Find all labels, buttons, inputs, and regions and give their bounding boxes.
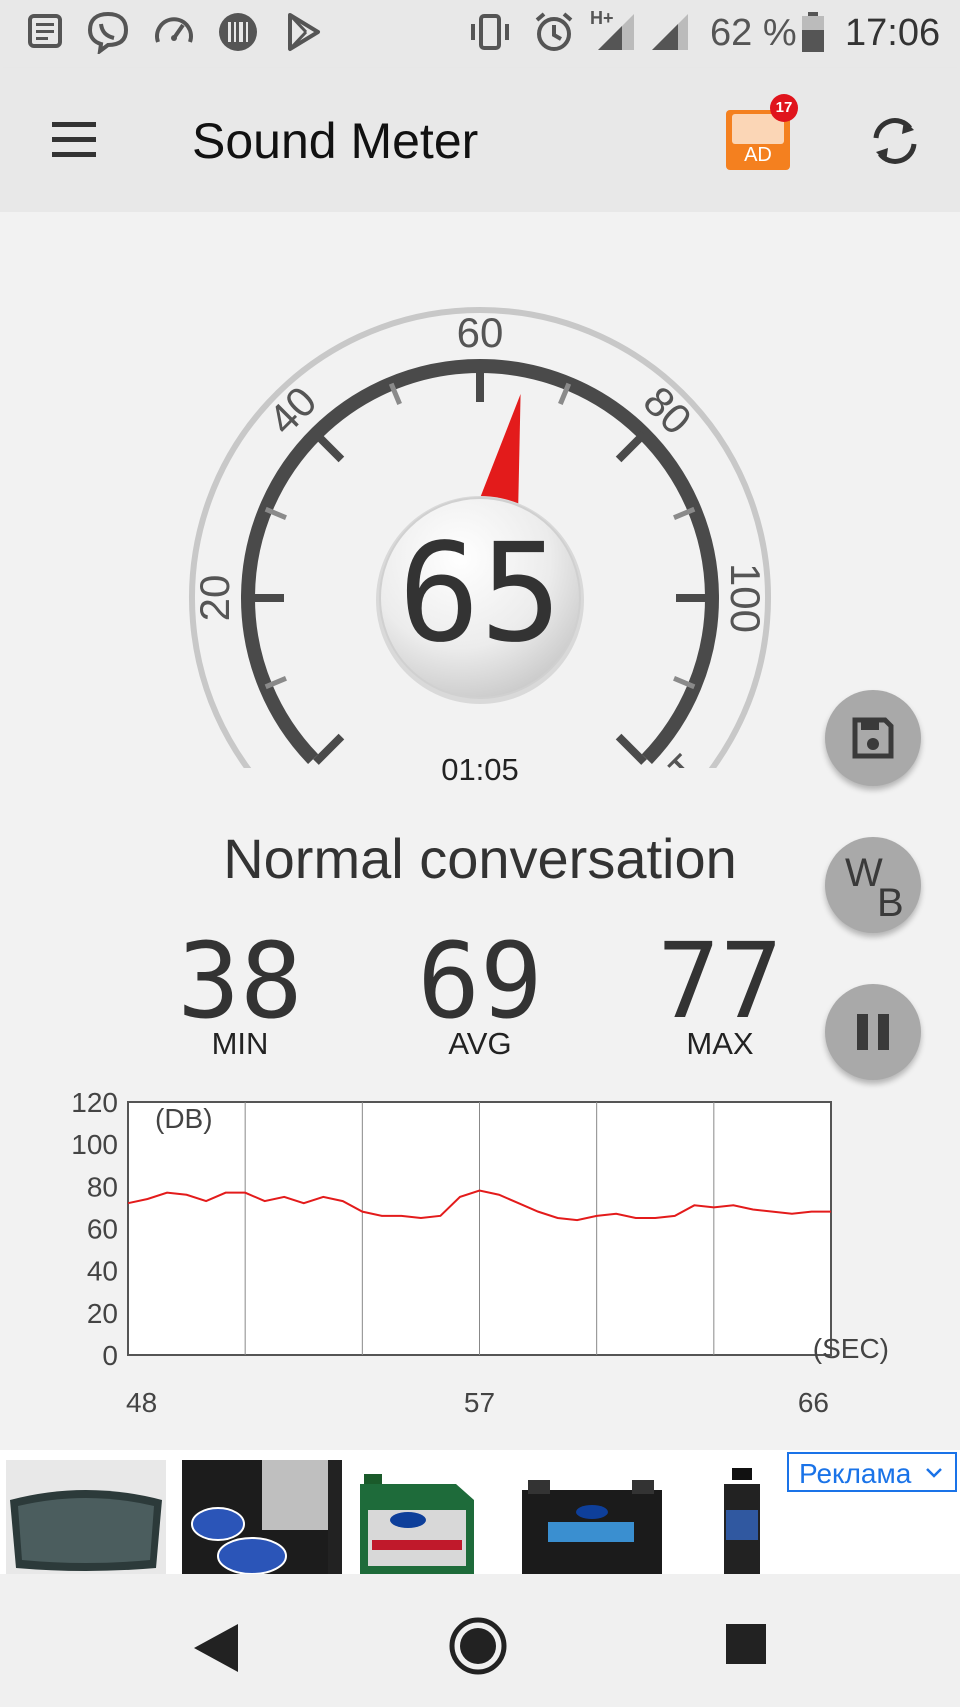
min-value: 38 [177,920,303,1042]
refresh-icon[interactable] [866,112,924,170]
max-label: MAX [686,1026,754,1061]
navigation-bar [0,1574,960,1707]
recents-icon[interactable] [724,1622,768,1666]
windshield-image [6,1460,166,1574]
pause-button[interactable] [825,984,921,1080]
chart-y-tick-label: 40 [87,1256,118,1287]
battery-icon [802,12,824,52]
gauge-scale-label: 100 [722,563,769,633]
save-icon [852,717,894,759]
chart-y-unit: (DB) [155,1103,213,1134]
status-bar: H+ 62 % 17:06 [0,0,960,68]
ad-label-dropdown[interactable]: Реклама [787,1452,957,1492]
ad-label-text: Реклама [799,1458,912,1489]
signal-icon [598,14,634,50]
gauge-major-tick [313,431,345,463]
ford-battery-image [522,1480,662,1574]
elapsed-time: 01:05 [441,752,519,787]
level-description: Normal conversation [223,827,737,890]
notification-count-badge: 17 [770,94,798,122]
ad-badge-label: AD [744,144,772,166]
hamburger-menu-icon[interactable] [46,112,102,168]
ad-badge-button[interactable]: AD 17 [726,94,798,170]
gauge-scale-label: 20 [191,575,238,622]
chart-y-tick-label: 0 [102,1340,118,1371]
news-icon [28,14,62,48]
chevron-down-icon [926,1468,942,1478]
alarm-icon [535,12,573,51]
play-store-icon [288,13,320,51]
gauge-needle [478,393,521,509]
gauge-value: 65 [398,515,562,673]
chart-y-tick-labels: 120 100 80 60 40 20 0 [71,1090,118,1371]
castrol-oil-image [360,1474,474,1574]
gauge-scale-label: 60 [457,309,504,356]
vibrate-icon [471,14,509,50]
chart-y-tick-label: 20 [87,1298,118,1329]
battery-percent: 62 % [710,12,797,54]
chart-grid [127,1101,832,1356]
chart-y-tick-label: 60 [87,1214,118,1245]
chart-x-tick-label: 48 [126,1387,157,1418]
ford-door-projector-image [182,1460,328,1574]
page-title: Sound Meter [192,113,479,169]
avg-value: 69 [417,920,543,1042]
sound-level-gauge: 020406080100120 65 [189,307,771,768]
home-icon[interactable] [446,1614,510,1678]
chart-y-tick-label: 120 [71,1090,118,1118]
gauge-major-tick [615,733,647,765]
barcode-icon [219,13,257,51]
gauge-major-tick [615,431,647,463]
save-button[interactable] [825,690,921,786]
min-label: MIN [211,1026,269,1061]
max-value: 77 [657,920,783,1042]
chart-x-tick-label: 66 [798,1387,829,1418]
speedometer-icon [155,17,193,43]
gauge-major-tick [313,733,345,765]
weighting-button[interactable]: W B [825,837,921,933]
avg-label: AVG [448,1026,512,1061]
clock: 17:06 [845,12,941,54]
ad-thumb-battery[interactable] [512,1460,672,1574]
chart-x-tick-label: 57 [464,1387,495,1418]
chart-y-tick-label: 80 [87,1171,118,1202]
weighting-sub: B [877,881,904,925]
ad-thumb-windshield[interactable] [6,1460,166,1574]
sound-history-chart: 120 100 80 60 40 20 0 48 57 66 (DB) (SEC) [71,1090,889,1418]
chart-x-tick-labels: 48 57 66 [126,1387,829,1418]
signal-icon-2 [652,14,688,50]
pause-icon [857,1014,889,1050]
ad-thumb-castrol[interactable] [344,1460,504,1574]
back-icon[interactable] [186,1618,246,1678]
ad-thumb-projector[interactable] [182,1460,342,1574]
chart-x-unit: (SEC) [813,1333,889,1364]
chart-y-tick-label: 100 [71,1129,118,1160]
app-bar: Sound Meter AD 17 [0,68,960,212]
viber-icon [87,11,129,54]
